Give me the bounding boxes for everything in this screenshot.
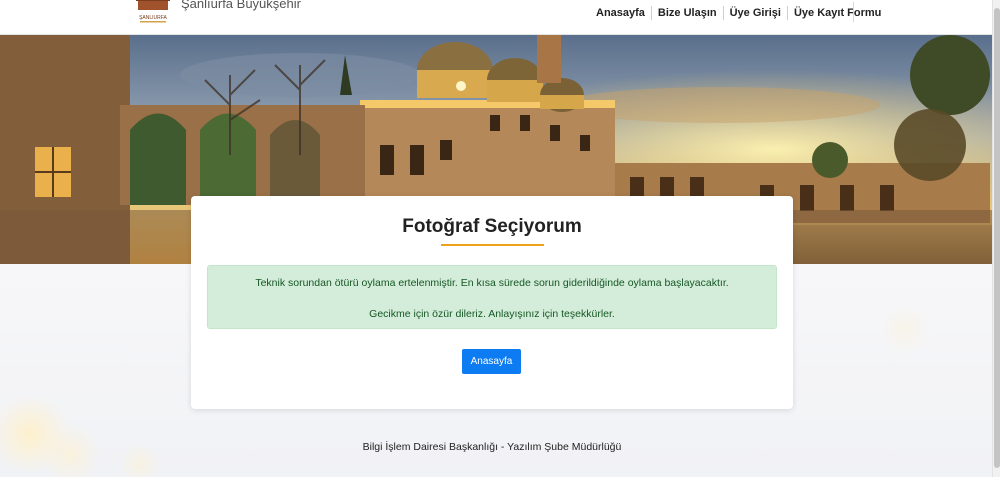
footer-credit: Bilgi İşlem Dairesi Başkanlığı - Yazılım… [362,441,622,453]
top-navbar: ŞANLIURFA Şanlıurfa Büyükşehir Anasayfa … [0,0,992,35]
brand-name: Şanlıurfa Büyükşehir [181,0,301,11]
nav-uye-girisi[interactable]: Üye Girişi [724,6,788,20]
alert-message-line2: Gecikme için özür dileriz. Anlayışınız i… [369,308,615,320]
nav-divider [853,2,854,22]
home-button[interactable]: Anasayfa [462,349,521,374]
municipality-logo[interactable]: ŞANLIURFA [132,0,174,26]
main-nav: Anasayfa Bize Ulaşın Üye Girişi Üye Kayı… [590,5,887,21]
scrollbar-thumb[interactable] [994,8,1000,468]
vertical-scrollbar[interactable] [992,0,1000,477]
announcement-card: Fotoğraf Seçiyorum Teknik sorundan ötürü… [191,196,793,409]
status-alert: Teknik sorundan ötürü oylama ertelenmişt… [207,265,777,329]
bokeh-light [880,304,930,354]
nav-uye-kayit-formu[interactable]: Üye Kayıt Formu [788,6,887,20]
nav-bize-ulasin[interactable]: Bize Ulaşın [652,6,724,20]
nav-anasayfa[interactable]: Anasayfa [590,6,652,20]
logo-text: ŞANLIURFA [139,15,167,21]
alert-message-line1: Teknik sorundan ötürü oylama ertelenmişt… [255,277,729,289]
page-title: Fotoğraf Seçiyorum [402,216,582,237]
title-underline [441,244,544,246]
